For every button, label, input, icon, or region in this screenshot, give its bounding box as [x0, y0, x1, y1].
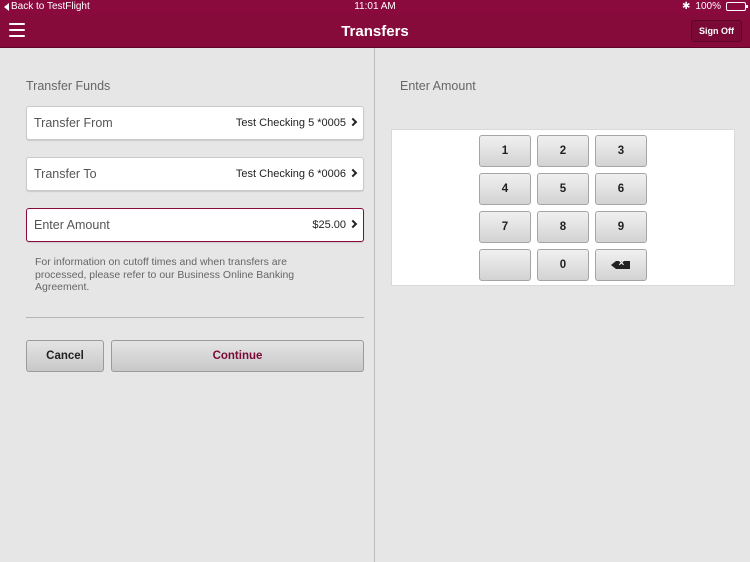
chevron-right-icon: [348, 117, 358, 127]
continue-button[interactable]: Continue: [111, 340, 364, 372]
transfer-from-field[interactable]: Transfer From Test Checking 5 *0005: [26, 106, 364, 140]
chevron-right-icon: [348, 168, 358, 178]
transfer-from-label: Transfer From: [34, 116, 113, 130]
transfer-to-value: Test Checking 6 *0006: [235, 168, 346, 180]
key-8[interactable]: 8: [537, 211, 589, 243]
key-blank[interactable]: [479, 249, 531, 281]
status-right: ✱ 100%: [682, 1, 748, 12]
transfer-form-pane: Transfer Funds Transfer From Test Checki…: [0, 48, 375, 562]
enter-amount-field[interactable]: Enter Amount $25.00: [26, 208, 364, 242]
transfer-to-field[interactable]: Transfer To Test Checking 6 *0006: [26, 157, 364, 191]
bluetooth-icon: ✱: [682, 1, 691, 12]
enter-amount-label: Enter Amount: [34, 218, 110, 232]
transfer-funds-title: Transfer Funds: [26, 79, 111, 93]
key-4[interactable]: 4: [479, 173, 531, 205]
enter-amount-title: Enter Amount: [400, 79, 476, 93]
transfer-from-value: Test Checking 5 *0005: [235, 117, 346, 129]
status-bar: Back to TestFlight 11:01 AM ✱ 100%: [0, 0, 750, 14]
key-6[interactable]: 6: [595, 173, 647, 205]
battery-percent: 100%: [695, 1, 721, 12]
key-9[interactable]: 9: [595, 211, 647, 243]
key-2[interactable]: 2: [537, 135, 589, 167]
cancel-button[interactable]: Cancel: [26, 340, 104, 372]
nav-bar: Transfers Sign Off: [0, 14, 750, 48]
keypad: 1 2 3 4 5 6 7 8 9 0: [391, 129, 735, 286]
key-5[interactable]: 5: [537, 173, 589, 205]
cutoff-info-text: For information on cutoff times and when…: [35, 256, 295, 293]
amount-value: $25.00: [312, 219, 346, 231]
key-1[interactable]: 1: [479, 135, 531, 167]
keypad-pane: Enter Amount 1 2 3 4 5 6 7 8 9 0: [376, 48, 750, 562]
chevron-right-icon: [348, 219, 358, 229]
key-3[interactable]: 3: [595, 135, 647, 167]
backspace-key[interactable]: [595, 249, 647, 281]
page-title: Transfers: [341, 23, 409, 40]
sign-off-button[interactable]: Sign Off: [691, 20, 742, 42]
status-time: 11:01 AM: [354, 1, 396, 12]
divider: [26, 317, 364, 318]
battery-icon: [726, 2, 748, 11]
key-7[interactable]: 7: [479, 211, 531, 243]
backspace-icon: [610, 257, 630, 271]
transfer-to-label: Transfer To: [34, 167, 97, 181]
key-0[interactable]: 0: [537, 249, 589, 281]
